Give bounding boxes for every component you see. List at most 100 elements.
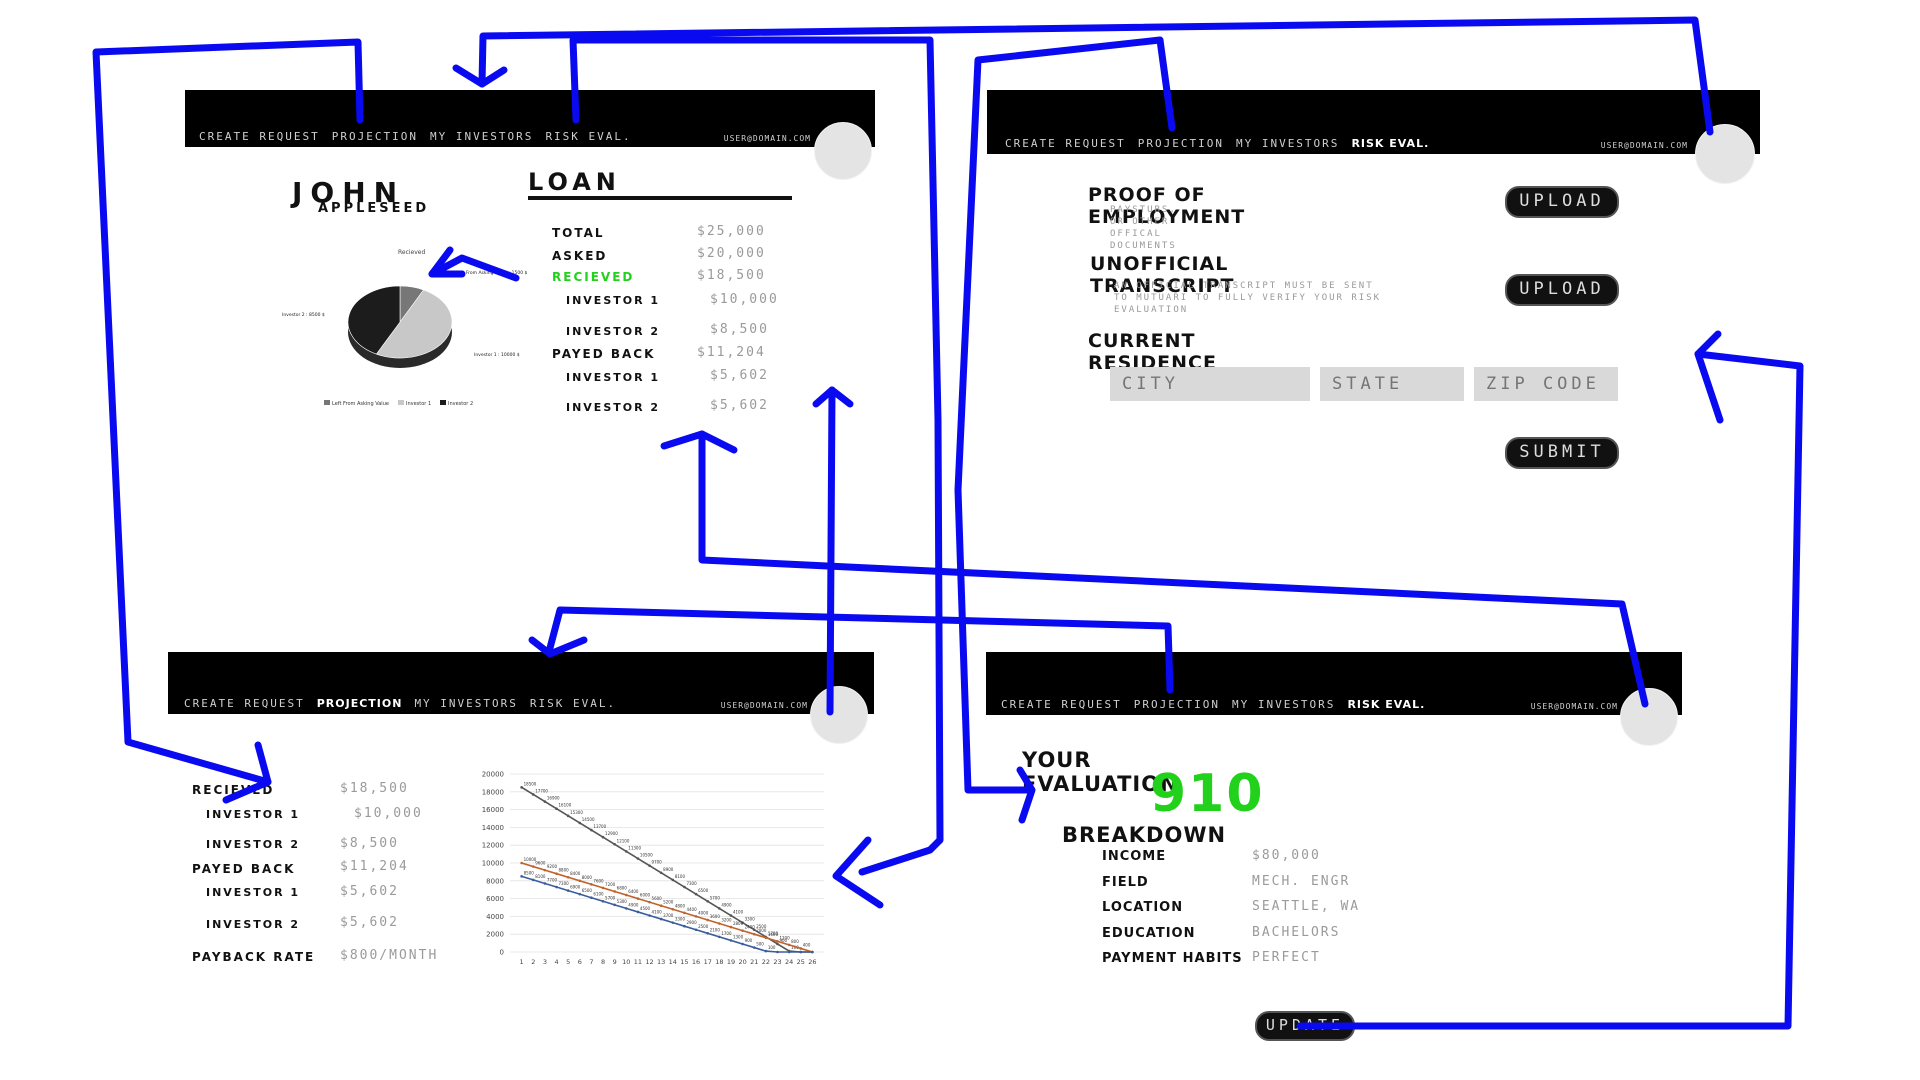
data-label: 1600 bbox=[768, 932, 779, 937]
nav-my-investors[interactable]: MY INVESTORS bbox=[1236, 137, 1339, 150]
row-label: PAYED BACK bbox=[192, 862, 296, 876]
data-label: 18500 bbox=[524, 781, 537, 786]
data-point bbox=[811, 950, 814, 954]
nav-my-investors[interactable]: MY INVESTORS bbox=[1232, 698, 1335, 711]
navbar: CREATE REQUEST PROJECTION MY INVESTORS R… bbox=[986, 652, 1682, 715]
y-tick-label: 16000 bbox=[482, 806, 504, 814]
nav-create-request[interactable]: CREATE REQUEST bbox=[199, 130, 320, 143]
avatar[interactable] bbox=[814, 122, 872, 180]
loan-heading: LOAN bbox=[528, 168, 621, 196]
nav-projection[interactable]: PROJECTION bbox=[1138, 137, 1224, 150]
legend-item: Investor 1 bbox=[406, 401, 431, 407]
row-value: SEATTLE, WA bbox=[1252, 899, 1361, 914]
x-tick-label: 13 bbox=[657, 958, 665, 966]
x-tick-label: 26 bbox=[808, 958, 816, 966]
data-label: 17700 bbox=[535, 788, 548, 793]
upload-employment-button[interactable]: UPLOAD bbox=[1505, 186, 1619, 218]
x-tick-label: 24 bbox=[785, 958, 793, 966]
data-label: 8800 bbox=[559, 868, 570, 873]
x-tick-label: 4 bbox=[554, 958, 558, 966]
row-value: $8,500 bbox=[340, 836, 399, 851]
data-point bbox=[590, 896, 593, 900]
data-point bbox=[787, 943, 791, 947]
data-point bbox=[752, 932, 756, 936]
data-point bbox=[636, 910, 640, 914]
nav-risk-eval[interactable]: RISK EVAL. bbox=[1351, 137, 1429, 150]
row-label: INVESTOR 2 bbox=[566, 401, 661, 414]
y-tick-label: 10000 bbox=[482, 860, 504, 868]
data-point bbox=[601, 899, 605, 903]
data-point bbox=[590, 883, 593, 886]
nav-create-request[interactable]: CREATE REQUEST bbox=[1001, 698, 1122, 711]
zip-input[interactable] bbox=[1474, 367, 1618, 401]
upload-transcript-button[interactable]: UPLOAD bbox=[1505, 274, 1619, 306]
data-point bbox=[659, 917, 663, 921]
legend-item: Investor 2 bbox=[448, 401, 473, 407]
nav-risk-eval[interactable]: RISK EVAL. bbox=[530, 697, 616, 710]
nav-risk-eval[interactable]: RISK EVAL. bbox=[1347, 698, 1425, 711]
row-value: $800/MONTH bbox=[340, 948, 439, 963]
nav-my-investors[interactable]: MY INVESTORS bbox=[414, 697, 517, 710]
data-point bbox=[601, 886, 605, 890]
row-value: $25,000 bbox=[697, 224, 766, 239]
row-label: LOCATION bbox=[1102, 900, 1184, 915]
nav-projection[interactable]: PROJECTION bbox=[332, 130, 418, 143]
row-value: $5,602 bbox=[710, 398, 769, 413]
row-label: FIELD bbox=[1102, 875, 1149, 890]
data-label: 8900 bbox=[663, 867, 674, 872]
data-label: 3200 bbox=[721, 918, 732, 923]
row-value: $80,000 bbox=[1252, 848, 1321, 863]
data-label: 8400 bbox=[570, 871, 581, 876]
avatar[interactable] bbox=[1695, 124, 1755, 184]
data-point bbox=[694, 892, 698, 896]
data-label: 5700 bbox=[710, 895, 721, 900]
submit-button[interactable]: SUBMIT bbox=[1505, 437, 1619, 469]
data-label: 16100 bbox=[559, 803, 572, 808]
data-point bbox=[659, 871, 663, 875]
data-point bbox=[764, 936, 768, 940]
city-input[interactable] bbox=[1110, 367, 1310, 401]
user-email: USER@DOMAIN.COM bbox=[1600, 141, 1688, 150]
x-tick-label: 12 bbox=[645, 958, 653, 966]
state-input[interactable] bbox=[1320, 367, 1464, 401]
avatar[interactable] bbox=[1620, 688, 1678, 746]
nav-projection[interactable]: PROJECTION bbox=[317, 697, 403, 710]
x-tick-label: 21 bbox=[750, 958, 758, 966]
update-button[interactable]: UPDATE bbox=[1255, 1011, 1355, 1041]
data-point bbox=[752, 946, 756, 949]
x-tick-label: 7 bbox=[589, 958, 593, 966]
data-point bbox=[694, 928, 698, 932]
data-label: 2900 bbox=[686, 920, 697, 925]
data-label: 9700 bbox=[652, 860, 663, 865]
row-value: BACHELORS bbox=[1252, 925, 1341, 940]
x-tick-label: 10 bbox=[622, 958, 630, 966]
nav-risk-eval[interactable]: RISK EVAL. bbox=[545, 130, 631, 143]
data-label: 7600 bbox=[593, 878, 604, 883]
data-point bbox=[718, 922, 721, 925]
data-point bbox=[636, 857, 640, 860]
data-label: 4100 bbox=[733, 910, 744, 915]
data-point bbox=[531, 878, 535, 882]
pie-label-left: Left From Asking Value : 1500 $ bbox=[456, 270, 528, 276]
data-point bbox=[531, 865, 535, 868]
data-label: 800 bbox=[791, 939, 799, 944]
data-point bbox=[578, 821, 582, 825]
row-value: $11,204 bbox=[340, 859, 409, 874]
data-label: 1700 bbox=[721, 931, 732, 936]
nav-create-request[interactable]: CREATE REQUEST bbox=[1005, 137, 1126, 150]
row-label: INVESTOR 1 bbox=[566, 294, 661, 307]
row-label: INVESTOR 1 bbox=[206, 808, 301, 821]
data-label: 6800 bbox=[617, 885, 628, 890]
data-label: 9600 bbox=[535, 861, 546, 866]
data-label: 6500 bbox=[582, 888, 593, 893]
nav-create-request[interactable]: CREATE REQUEST bbox=[184, 697, 305, 710]
nav-my-investors[interactable]: MY INVESTORS bbox=[430, 130, 533, 143]
x-tick-label: 20 bbox=[738, 958, 746, 966]
data-label: 3600 bbox=[710, 914, 721, 919]
arrowhead bbox=[832, 836, 884, 909]
data-label: 13700 bbox=[593, 824, 606, 829]
data-point bbox=[648, 914, 651, 917]
avatar[interactable] bbox=[810, 686, 868, 744]
nav-projection[interactable]: PROJECTION bbox=[1134, 698, 1220, 711]
row-label: TOTAL bbox=[552, 226, 605, 240]
